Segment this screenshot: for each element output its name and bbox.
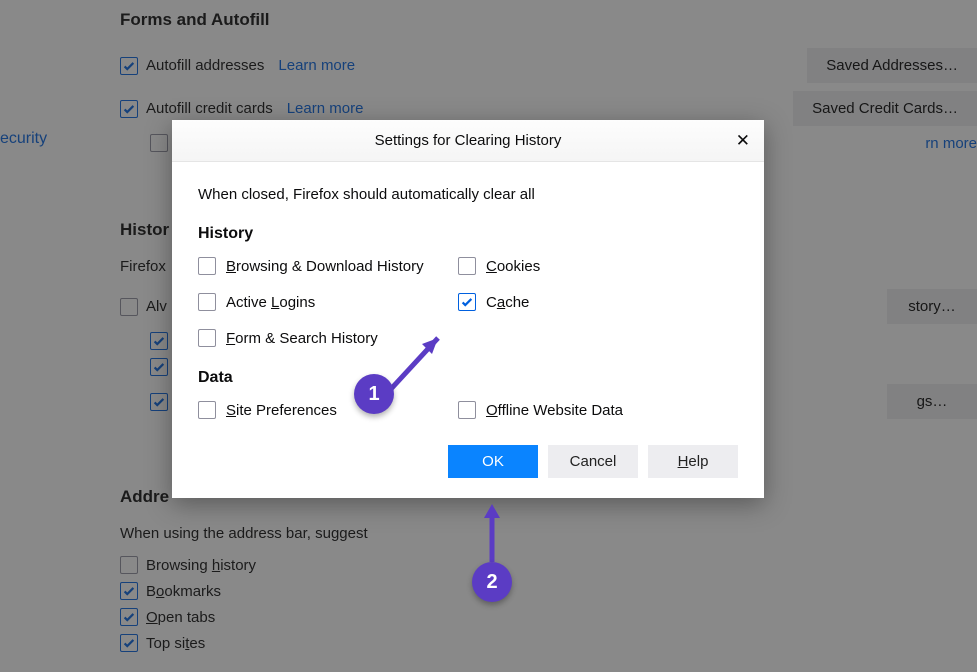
dialog-history-heading: History (198, 225, 738, 243)
annotation-badge-1: 1 (354, 374, 394, 414)
modal-overlay: Settings for Clearing History ✕ When clo… (0, 0, 977, 672)
dialog-title: Settings for Clearing History (375, 132, 562, 149)
site-prefs-checkbox[interactable] (198, 401, 216, 419)
site-prefs-label: Site Preferences (226, 402, 337, 419)
dialog-titlebar: Settings for Clearing History ✕ (172, 120, 764, 162)
browsing-dl-label: Browsing & Download History (226, 258, 424, 275)
cache-checkbox[interactable] (458, 293, 476, 311)
cookies-label: Cookies (486, 258, 540, 275)
form-search-checkbox[interactable] (198, 329, 216, 347)
close-icon[interactable]: ✕ (736, 132, 750, 149)
ok-button[interactable]: OK (448, 445, 538, 478)
browsing-dl-checkbox[interactable] (198, 257, 216, 275)
dialog-intro: When closed, Firefox should automaticall… (198, 186, 738, 203)
active-logins-checkbox[interactable] (198, 293, 216, 311)
annotation-badge-2: 2 (472, 562, 512, 602)
cookies-checkbox[interactable] (458, 257, 476, 275)
cancel-button[interactable]: Cancel (548, 445, 638, 478)
cache-label: Cache (486, 294, 529, 311)
clear-history-dialog: Settings for Clearing History ✕ When clo… (172, 120, 764, 498)
offline-data-checkbox[interactable] (458, 401, 476, 419)
offline-data-label: Offline Website Data (486, 402, 623, 419)
help-button[interactable]: Help (648, 445, 738, 478)
arrow-2 (480, 500, 510, 570)
form-search-label: Form & Search History (226, 330, 378, 347)
dialog-data-heading: Data (198, 369, 738, 387)
active-logins-label: Active Logins (226, 294, 315, 311)
